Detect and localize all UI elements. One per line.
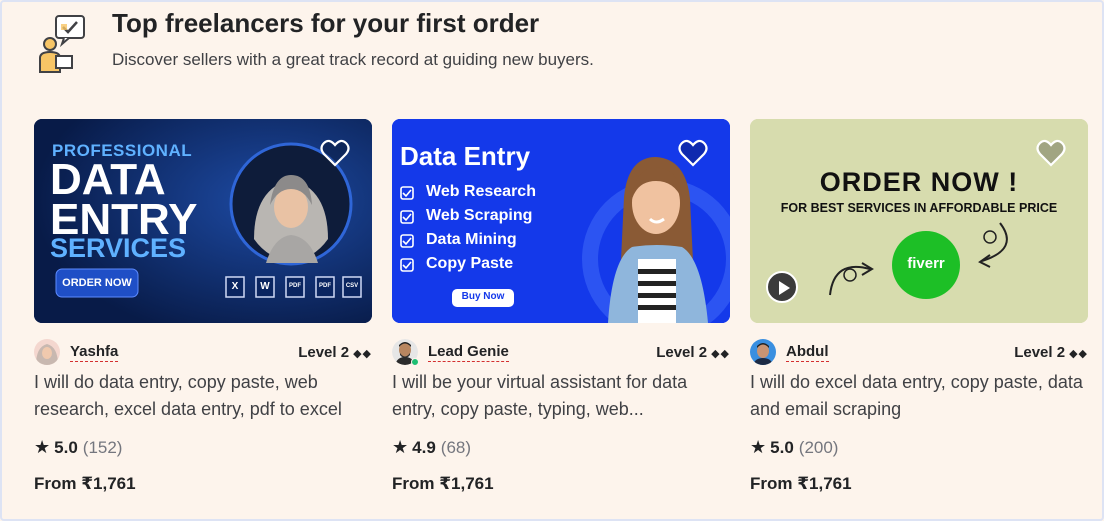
seller-name[interactable]: Yashfa [70,343,119,362]
gig-title[interactable]: I will be your virtual assistant for dat… [392,369,730,423]
rating-value: 4.9 [412,437,436,457]
thumb-order-button: ORDER NOW [62,277,132,289]
gig-title[interactable]: I will do excel data entry, copy paste, … [750,369,1088,423]
review-count: (152) [82,437,123,457]
seller-row: Lead Genie Level 2 ◆◆ [392,339,730,366]
avatar[interactable] [750,339,776,365]
rating-row: ★ 4.9 (68) [392,437,730,458]
seller-row: Yashfa Level 2 ◆◆ [34,339,372,365]
seller-row: Abdul Level 2 ◆◆ [750,339,1088,365]
rating-row: ★ 5.0 (200) [750,437,1088,458]
freelancer-cards: PROFESSIONAL DATA ENTRY SERVICES ORDER N… [34,119,1088,494]
level-diamonds-icon: ◆◆ [353,347,372,360]
rating-value: 5.0 [770,437,794,457]
gig-price: From ₹1,761 [34,474,136,493]
thumb-app-pdf: PDF [289,283,301,289]
thumb-item-copy-paste: Copy Paste [426,255,514,272]
favorite-heart-icon[interactable] [678,139,708,167]
gig-price: From ₹1,761 [392,474,494,493]
seller-level-label: Level 2 [1014,343,1066,361]
rating-value: 5.0 [54,437,78,457]
star-icon: ★ [392,437,409,457]
gig-card[interactable]: ORDER NOW ! FOR BEST SERVICES IN AFFORDA… [750,119,1088,494]
thumb-app-w: W [260,281,270,292]
thumb-buy-button: Buy Now [461,291,505,302]
favorite-heart-icon[interactable] [320,139,350,167]
gig-card[interactable]: PROFESSIONAL DATA ENTRY SERVICES ORDER N… [34,119,372,494]
seller-level-label: Level 2 [656,343,708,361]
thumb-item-web-scraping: Web Scraping [426,207,533,224]
section-subtitle: Discover sellers with a great track reco… [112,50,594,69]
avatar[interactable] [392,339,419,366]
freelancer-checklist-icon [34,14,92,74]
gig-thumbnail[interactable]: Data Entry Web Research Web Scraping Dat… [392,119,730,323]
thumb-app-x: X [231,281,239,292]
section-header: Top freelancers for your first order Dis… [34,8,594,78]
level-diamonds-icon: ◆◆ [711,347,730,360]
review-count: (200) [798,437,839,457]
star-icon: ★ [34,437,51,457]
thumb-services: SERVICES [50,233,187,263]
rating-row: ★ 5.0 (152) [34,437,372,458]
thumb-item-data-mining: Data Mining [426,231,517,248]
avatar[interactable] [34,339,60,365]
seller-level-label: Level 2 [298,343,350,361]
play-video-icon[interactable] [766,271,798,303]
star-icon: ★ [750,437,767,457]
gig-thumbnail[interactable]: ORDER NOW ! FOR BEST SERVICES IN AFFORDA… [750,119,1088,323]
level-diamonds-icon: ◆◆ [1069,347,1088,360]
gig-title[interactable]: I will do data entry, copy paste, web re… [34,369,372,423]
seller-level-badge: Level 2 ◆◆ [1014,344,1088,361]
thumb-app-pdf-2: PDF [319,283,331,289]
section-title: Top freelancers for your first order [112,8,540,38]
gig-price: From ₹1,761 [750,474,852,493]
seller-name[interactable]: Abdul [786,343,829,362]
thumb-item-web-research: Web Research [426,183,536,200]
seller-level-badge: Level 2 ◆◆ [298,344,372,361]
gig-thumbnail[interactable]: PROFESSIONAL DATA ENTRY SERVICES ORDER N… [34,119,372,323]
thumb-heading: ORDER NOW ! [819,167,1019,197]
thumb-subheading: FOR BEST SERVICES IN AFFORDABLE PRICE [780,201,1058,215]
review-count: (68) [440,437,472,457]
thumb-heading: Data Entry [400,141,531,171]
seller-name[interactable]: Lead Genie [428,343,509,362]
online-status-dot [411,358,419,366]
gig-card[interactable]: Data Entry Web Research Web Scraping Dat… [392,119,730,494]
favorite-heart-icon[interactable] [1036,139,1066,167]
fiverr-logo: fiverr [907,255,945,272]
seller-level-badge: Level 2 ◆◆ [656,344,730,361]
thumb-app-csv: CSV [345,283,359,289]
